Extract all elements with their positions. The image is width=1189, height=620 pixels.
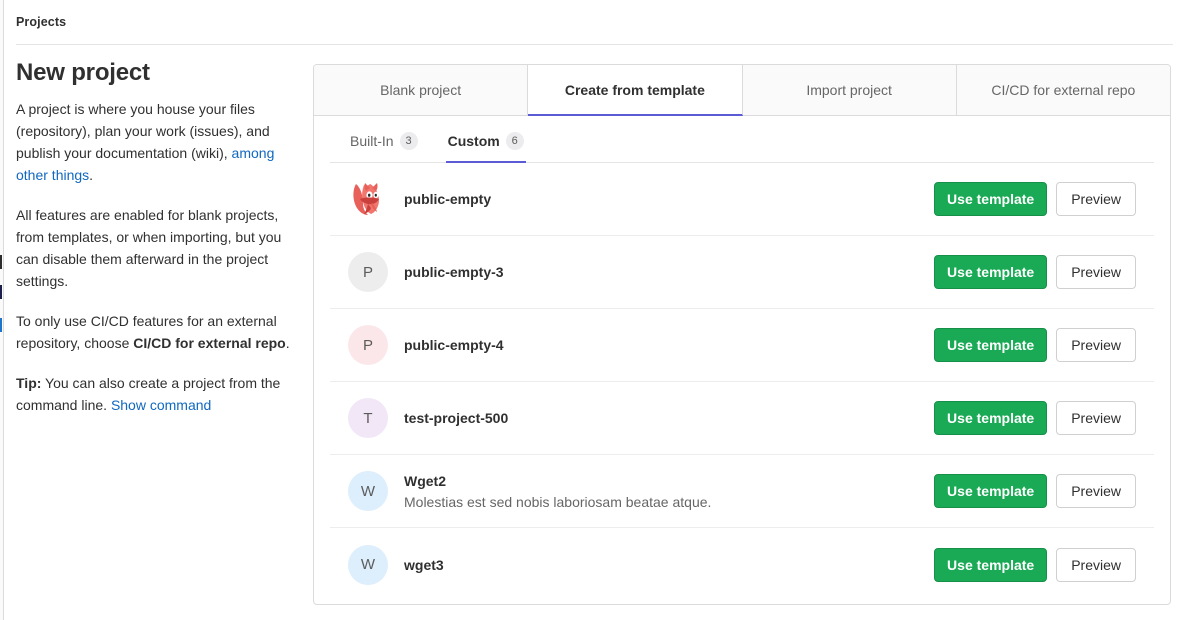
template-row: W Wget2Molestias est sed nobis laboriosam…	[330, 455, 1154, 528]
avatar: P	[348, 325, 388, 365]
template-row-actions: Use template Preview	[934, 182, 1136, 216]
intro-paragraph-3: To only use CI/CD features for an extern…	[16, 310, 296, 354]
subtab-count-badge: 6	[506, 132, 524, 150]
template-row-actions: Use template Preview	[934, 255, 1136, 289]
template-text-block: test-project-500	[404, 408, 934, 428]
template-name: public-empty-4	[404, 335, 934, 355]
avatar-initial: P	[363, 337, 373, 354]
nav-sliver-mark	[0, 318, 2, 332]
breadcrumb: Projects	[16, 0, 1173, 45]
avatar-initial: W	[361, 556, 375, 573]
preview-button[interactable]: Preview	[1056, 548, 1136, 582]
template-row: Ppublic-empty-3Use template Preview	[330, 236, 1154, 309]
use-template-button[interactable]: Use template	[934, 255, 1047, 289]
intro-paragraph-3-period: .	[286, 335, 290, 351]
preview-button[interactable]: Preview	[1056, 401, 1136, 435]
subtab-custom[interactable]: Custom 6	[446, 132, 526, 163]
template-row: Ttest-project-500Use template Preview	[330, 382, 1154, 455]
tab-label: Blank project	[380, 82, 461, 98]
tab-import-project[interactable]: Import project	[743, 65, 957, 115]
template-description: Molestias est sed nobis laboriosam beata…	[404, 492, 934, 512]
tab-blank-project[interactable]: Blank project	[314, 65, 528, 115]
subtab-built-in[interactable]: Built-In 3	[348, 132, 420, 163]
template-name: wget3	[404, 555, 934, 575]
avatar: W	[348, 545, 388, 585]
breadcrumb-item-projects[interactable]: Projects	[16, 15, 66, 29]
use-template-button[interactable]: Use template	[934, 548, 1047, 582]
template-row-actions: Use template Preview	[934, 328, 1136, 362]
template-text-block: public-empty-3	[404, 262, 934, 282]
template-row-actions: Use template Preview	[934, 548, 1136, 582]
tab-create-from-template[interactable]: Create from template	[528, 65, 742, 116]
tanuki-logo-avatar	[348, 179, 388, 219]
template-row: Wwget3Use template Preview	[330, 528, 1154, 601]
avatar-initial: T	[363, 410, 372, 427]
template-name: test-project-500	[404, 408, 934, 428]
avatar-initial: W	[361, 483, 375, 500]
preview-button[interactable]: Preview	[1056, 182, 1136, 216]
use-template-button[interactable]: Use template	[934, 474, 1047, 508]
avatar: T	[348, 398, 388, 438]
subtab-label: Built-In	[350, 133, 394, 149]
template-name: public-empty	[404, 189, 934, 209]
intro-paragraph-tip: Tip: You can also create a project from …	[16, 372, 296, 416]
project-creation-tabs: Blank project Create from template Import …	[314, 65, 1170, 116]
tab-label: Create from template	[565, 82, 705, 98]
new-project-panel: Blank project Create from template Import …	[313, 64, 1171, 605]
intro-paragraph-1: A project is where you house your files …	[16, 98, 296, 186]
use-template-button[interactable]: Use template	[934, 182, 1047, 216]
tip-label: Tip:	[16, 375, 41, 391]
template-text-block: wget3	[404, 555, 934, 575]
tab-ci-cd-for-external-repo[interactable]: CI/CD for external repo	[957, 65, 1170, 115]
cicd-external-repo-emphasis: CI/CD for external repo	[133, 335, 285, 351]
intro-paragraph-1-period: .	[89, 167, 93, 183]
use-template-button[interactable]: Use template	[934, 328, 1047, 362]
new-project-info-column: New project A project is where you house…	[16, 58, 296, 416]
template-list: public-emptyUse templatePreviewPpublic-e…	[314, 163, 1170, 601]
new-project-page: Projects New project A project is where …	[0, 0, 1189, 620]
tab-label: CI/CD for external repo	[991, 82, 1135, 98]
avatar: P	[348, 252, 388, 292]
nav-sliver-mark	[0, 285, 2, 299]
nav-sliver-mark	[0, 255, 2, 269]
template-source-subtabs: Built-In 3 Custom 6	[330, 116, 1154, 163]
collapsed-left-nav-edge[interactable]	[0, 0, 4, 620]
tab-label: Import project	[806, 82, 892, 98]
template-text-block: public-empty-4	[404, 335, 934, 355]
preview-button[interactable]: Preview	[1056, 255, 1136, 289]
template-name: public-empty-3	[404, 262, 934, 282]
template-row: Ppublic-empty-4Use template Preview	[330, 309, 1154, 382]
template-text-block: public-empty	[404, 189, 934, 209]
template-row-actions: Use template Preview	[934, 401, 1136, 435]
page-title: New project	[16, 58, 296, 88]
template-text-block: Wget2Molestias est sed nobis laboriosam …	[404, 471, 934, 512]
use-template-button[interactable]: Use template	[934, 401, 1047, 435]
subtab-label: Custom	[448, 133, 500, 149]
show-command-link[interactable]: Show command	[111, 397, 211, 413]
intro-paragraph-2: All features are enabled for blank proje…	[16, 204, 296, 292]
avatar: W	[348, 471, 388, 511]
template-row: public-emptyUse template Preview	[330, 163, 1154, 236]
template-name: Wget2	[404, 471, 934, 491]
subtab-count-badge: 3	[400, 132, 418, 150]
template-row-actions: Use template Preview	[934, 474, 1136, 508]
avatar-initial: P	[363, 264, 373, 281]
preview-button[interactable]: Preview	[1056, 328, 1136, 362]
preview-button[interactable]: Preview	[1056, 474, 1136, 508]
